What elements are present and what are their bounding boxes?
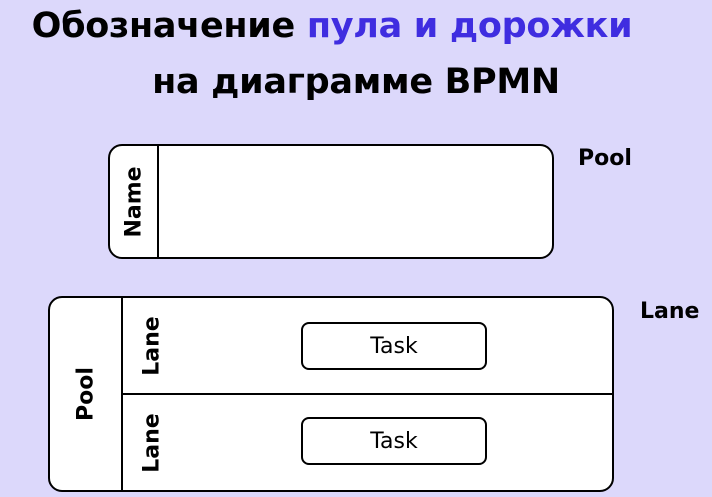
lane-2: Lane Task bbox=[123, 395, 612, 490]
lane-2-label: Lane bbox=[139, 412, 165, 473]
lane-1-label: Lane bbox=[139, 315, 165, 376]
lane-2-header: Lane bbox=[123, 395, 181, 490]
lane-1-task: Task bbox=[301, 322, 487, 370]
title-prefix: Обозначение bbox=[31, 6, 307, 46]
outer-pool-header: Pool bbox=[50, 298, 123, 490]
lane-side-label: Lane bbox=[640, 299, 700, 324]
pool-header-label: Name bbox=[121, 165, 146, 238]
outer-pool-label: Pool bbox=[73, 367, 98, 421]
pool-side-label: Pool bbox=[578, 146, 632, 171]
pool-with-lanes: Pool Lane Task Lane Task bbox=[48, 296, 614, 492]
title-accent: пула и дорожки bbox=[306, 6, 633, 46]
lane-1: Lane Task bbox=[123, 298, 612, 395]
pool-header: Name bbox=[110, 146, 159, 257]
title-line-1: Обозначение пула и дорожки bbox=[0, 6, 688, 46]
pool-shape: Name bbox=[108, 144, 554, 259]
title-line-2: на диаграмме BPMN bbox=[152, 62, 560, 102]
lane-1-header: Lane bbox=[123, 298, 181, 393]
lane-2-task: Task bbox=[301, 417, 487, 465]
